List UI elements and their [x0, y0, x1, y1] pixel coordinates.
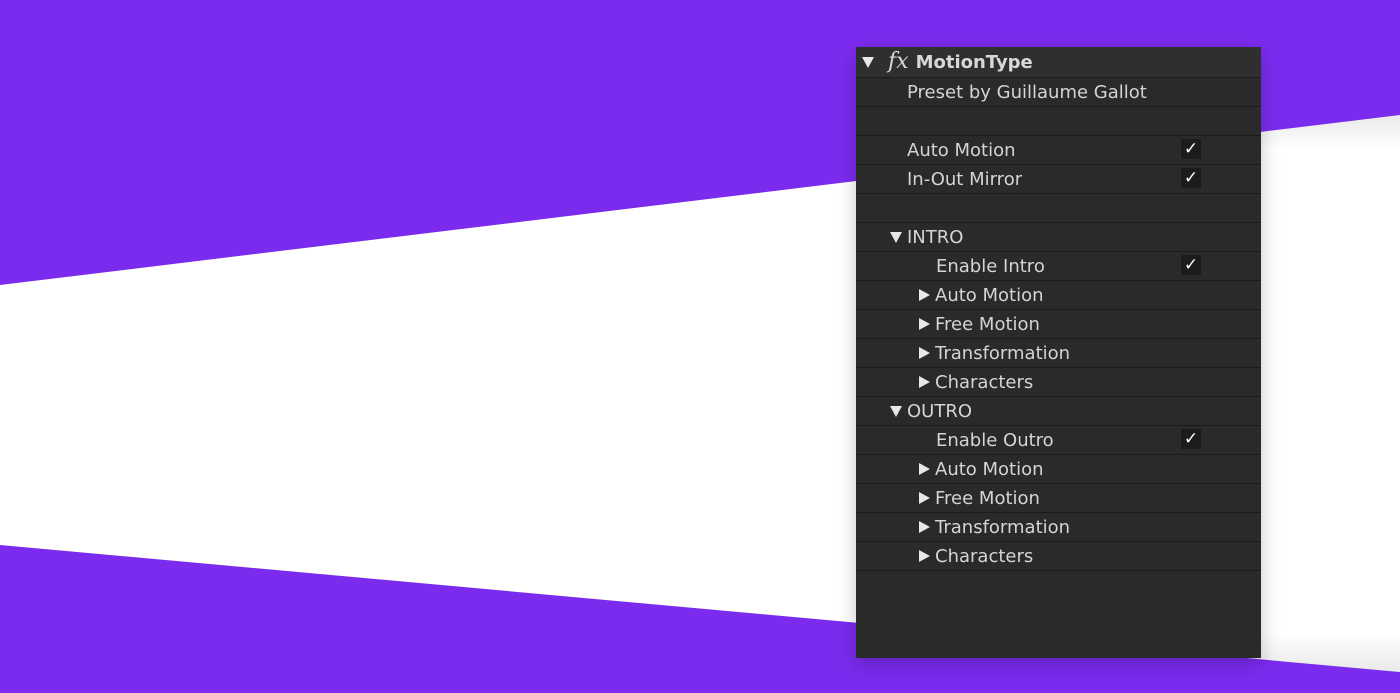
intro-subgroup-free-motion[interactable]: Free Motion	[856, 310, 1261, 339]
effect-header[interactable]: fx MotionType	[856, 47, 1261, 78]
option-label: In-Out Mirror	[907, 168, 1023, 190]
group-intro[interactable]: INTRO	[856, 223, 1261, 252]
triangle-right-icon[interactable]	[919, 550, 930, 562]
option-label: Enable Intro	[936, 255, 1045, 277]
subgroup-label: Transformation	[935, 516, 1071, 538]
outro-subgroup-auto-motion[interactable]: Auto Motion	[856, 455, 1261, 484]
subgroup-label: Free Motion	[935, 487, 1040, 509]
triangle-right-icon[interactable]	[919, 492, 930, 504]
triangle-down-icon[interactable]	[862, 56, 874, 68]
preset-credit: Preset by Guillaume Gallot	[856, 78, 1261, 107]
triangle-right-icon[interactable]	[919, 521, 930, 533]
group-label: OUTRO	[907, 400, 973, 422]
triangle-right-icon[interactable]	[919, 463, 930, 475]
subgroup-label: Auto Motion	[935, 458, 1044, 480]
spacer-row	[856, 107, 1261, 136]
triangle-right-icon[interactable]	[919, 318, 930, 330]
option-label: Enable Outro	[936, 429, 1054, 451]
subgroup-label: Characters	[935, 371, 1034, 393]
fx-icon: fx	[888, 49, 909, 74]
group-label: INTRO	[907, 226, 964, 248]
option-enable-intro: Enable Intro ✓	[856, 252, 1261, 281]
enable-intro-checkbox[interactable]: ✓	[1181, 255, 1201, 275]
triangle-down-icon[interactable]	[890, 231, 902, 243]
checkmark-icon: ✓	[1183, 254, 1199, 275]
subgroup-label: Characters	[935, 545, 1034, 567]
option-auto-motion: Auto Motion ✓	[856, 136, 1261, 165]
checkmark-icon: ✓	[1183, 138, 1199, 159]
intro-subgroup-auto-motion[interactable]: Auto Motion	[856, 281, 1261, 310]
in-out-mirror-checkbox[interactable]: ✓	[1181, 168, 1201, 188]
enable-outro-checkbox[interactable]: ✓	[1181, 429, 1201, 449]
effect-controls-panel: fx MotionType Preset by Guillaume Gallot…	[856, 47, 1261, 658]
subgroup-label: Auto Motion	[935, 284, 1044, 306]
subgroup-label: Transformation	[935, 342, 1071, 364]
outro-subgroup-transformation[interactable]: Transformation	[856, 513, 1261, 542]
triangle-right-icon[interactable]	[919, 347, 930, 359]
spacer-row	[856, 194, 1261, 223]
option-enable-outro: Enable Outro ✓	[856, 426, 1261, 455]
checkmark-icon: ✓	[1183, 428, 1199, 449]
intro-subgroup-characters[interactable]: Characters	[856, 368, 1261, 397]
option-in-out-mirror: In-Out Mirror ✓	[856, 165, 1261, 194]
outro-subgroup-free-motion[interactable]: Free Motion	[856, 484, 1261, 513]
outro-subgroup-characters[interactable]: Characters	[856, 542, 1261, 571]
intro-subgroup-transformation[interactable]: Transformation	[856, 339, 1261, 368]
triangle-down-icon[interactable]	[890, 405, 902, 417]
triangle-right-icon[interactable]	[919, 289, 930, 301]
checkmark-icon: ✓	[1183, 167, 1199, 188]
auto-motion-checkbox[interactable]: ✓	[1181, 139, 1201, 159]
effect-name: MotionType	[915, 51, 1033, 73]
triangle-right-icon[interactable]	[919, 376, 930, 388]
group-outro[interactable]: OUTRO	[856, 397, 1261, 426]
option-label: Auto Motion	[907, 139, 1016, 161]
subgroup-label: Free Motion	[935, 313, 1040, 335]
